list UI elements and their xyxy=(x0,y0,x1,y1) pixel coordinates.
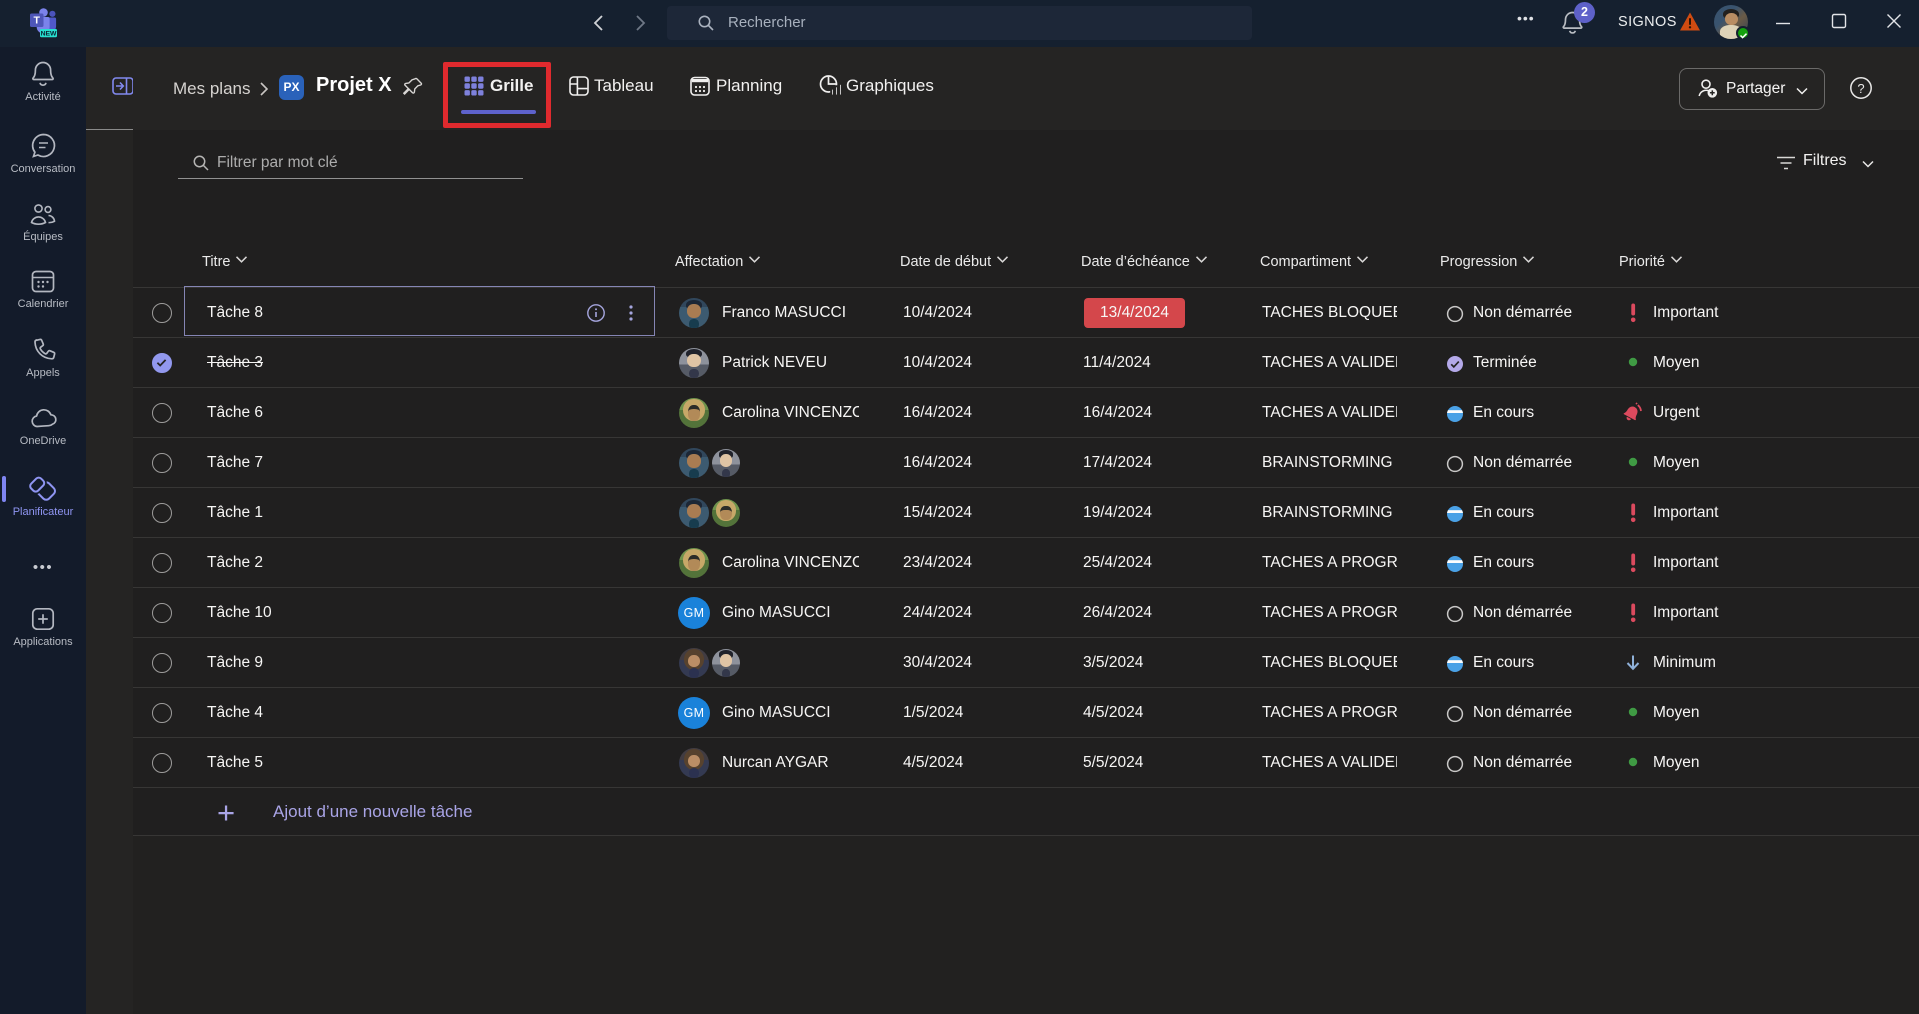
svg-text:T: T xyxy=(33,15,40,27)
svg-text:?: ? xyxy=(1857,81,1864,96)
svg-text:NEW: NEW xyxy=(41,31,57,38)
